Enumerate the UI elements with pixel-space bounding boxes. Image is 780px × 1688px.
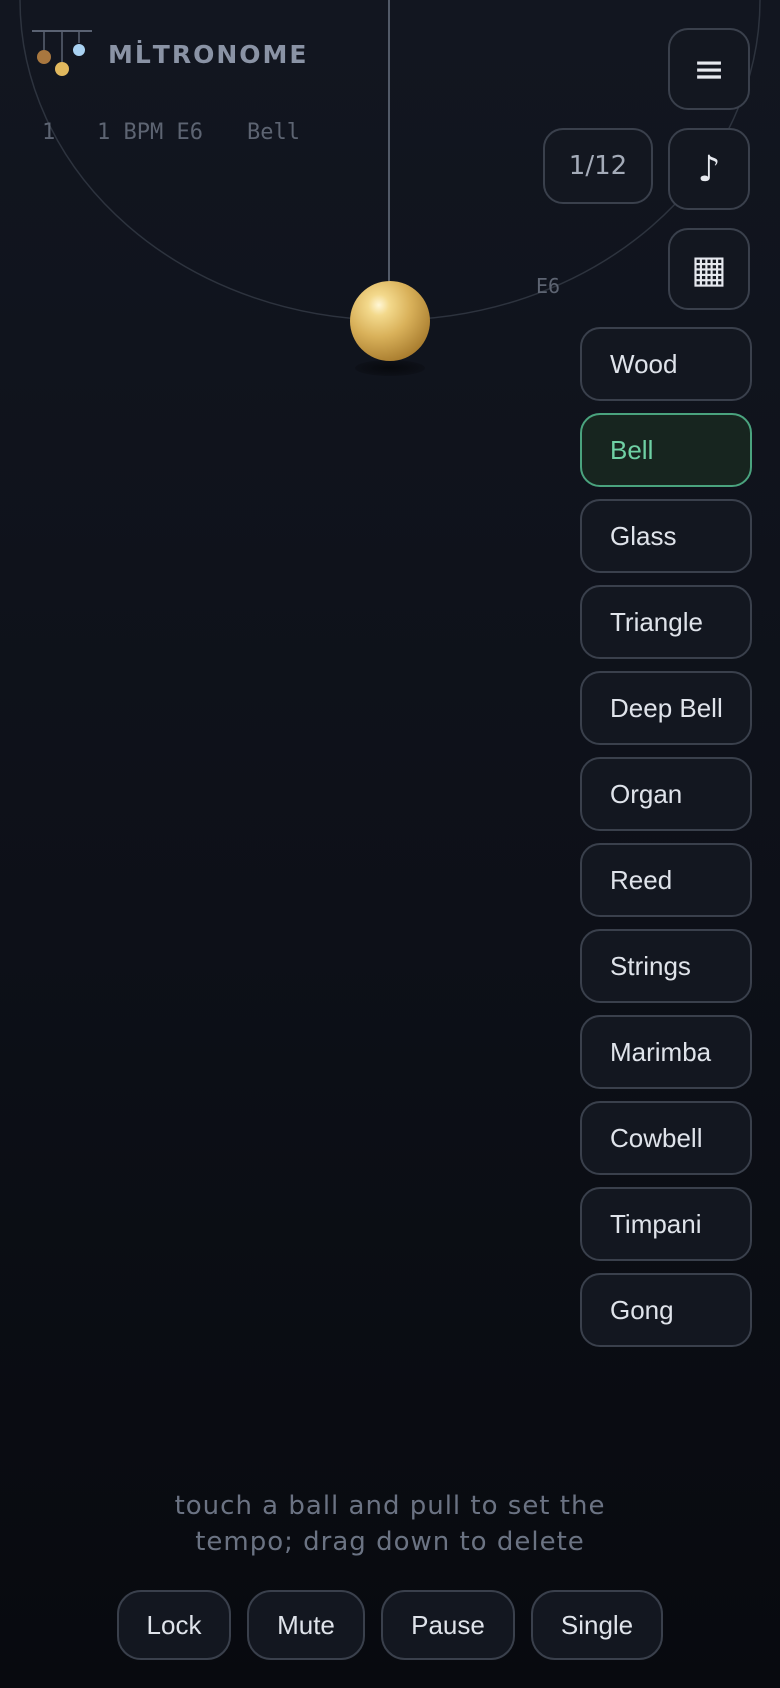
pendulum-ball[interactable]	[350, 281, 430, 361]
single-button[interactable]: Single	[531, 1590, 663, 1660]
ball-count: 1	[42, 120, 56, 145]
menu-icon: ≡	[693, 47, 725, 91]
sound-option-strings[interactable]: Strings	[580, 929, 752, 1003]
sound-option-organ[interactable]: Organ	[580, 757, 752, 831]
sound-option-cowbell[interactable]: Cowbell	[580, 1101, 752, 1175]
sound-option-reed[interactable]: Reed	[580, 843, 752, 917]
grid-view-button[interactable]: ▦	[668, 228, 750, 310]
sound-list: Wood Bell Glass Triangle Deep Bell Organ Reed S…	[580, 327, 752, 1359]
lock-button[interactable]: Lock	[117, 1590, 231, 1660]
sound-option-marimba[interactable]: Marimba	[580, 1015, 752, 1089]
app-screen: ML̇TRONOME 1 1 BPM E6 Bell E6 ≡ 1/12 ♪ ▦…	[0, 0, 780, 1688]
sound-option-bell[interactable]: Bell	[580, 413, 752, 487]
sound-option-deep-bell[interactable]: Deep Bell	[580, 671, 752, 745]
pendulum-string	[388, 0, 390, 284]
page-counter[interactable]: 1/12	[543, 128, 653, 204]
hint-line-1: touch a ball and pull to set the	[174, 1491, 606, 1521]
sound-option-gong[interactable]: Gong	[580, 1273, 752, 1347]
bpm-readout: 1 BPM E6	[97, 120, 203, 145]
menu-button[interactable]: ≡	[668, 28, 750, 110]
ball-shadow	[355, 360, 425, 376]
music-note-icon: ♪	[697, 148, 721, 190]
grid-icon: ▦	[691, 247, 727, 291]
hint-line-2: tempo; drag down to delete	[195, 1527, 585, 1557]
hint-text: touch a ball and pull to set the tempo; …	[90, 1488, 690, 1560]
app-title: ML̇TRONOME	[108, 40, 309, 69]
sound-option-timpani[interactable]: Timpani	[580, 1187, 752, 1261]
note-label: E6	[536, 274, 561, 298]
mute-button[interactable]: Mute	[247, 1590, 365, 1660]
sound-option-glass[interactable]: Glass	[580, 499, 752, 573]
sound-option-wood[interactable]: Wood	[580, 327, 752, 401]
sound-option-triangle[interactable]: Triangle	[580, 585, 752, 659]
pause-button[interactable]: Pause	[381, 1590, 515, 1660]
app-logo-icon	[32, 30, 92, 76]
bottom-controls: Lock Mute Pause Single	[0, 1590, 780, 1660]
sound-readout: Bell	[247, 120, 300, 145]
sound-picker-button[interactable]: ♪	[668, 128, 750, 210]
